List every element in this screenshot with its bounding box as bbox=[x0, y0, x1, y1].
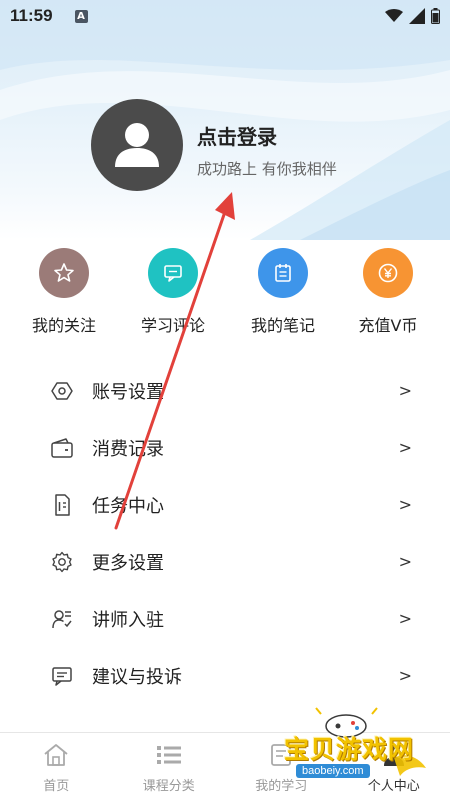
signal-icon bbox=[409, 8, 425, 24]
nav-label: 我的学习 bbox=[255, 779, 308, 794]
wifi-icon bbox=[385, 9, 403, 22]
quick-action-follow[interactable]: 我的关注 bbox=[14, 248, 114, 336]
battery-icon bbox=[431, 8, 440, 24]
study-icon bbox=[266, 741, 296, 769]
quick-action-notes[interactable]: 我的笔记 bbox=[233, 248, 333, 336]
login-subtitle: 成功路上 有你我相伴 bbox=[197, 160, 337, 178]
nav-label: 课程分类 bbox=[142, 779, 195, 794]
menu-item-feedback[interactable]: 建议与投诉 > bbox=[0, 647, 450, 704]
comment-icon bbox=[164, 265, 182, 282]
task-list-icon bbox=[50, 493, 74, 517]
menu-item-more-settings[interactable]: 更多设置 > bbox=[0, 533, 450, 590]
menu-item-task-center[interactable]: 任务中心 > bbox=[0, 476, 450, 533]
header-background bbox=[0, 0, 450, 240]
teacher-icon bbox=[50, 607, 74, 631]
feedback-icon bbox=[50, 664, 74, 688]
nav-tab-categories[interactable]: 课程分类 bbox=[113, 733, 226, 800]
star-icon bbox=[54, 263, 74, 282]
quick-action-circle bbox=[363, 248, 413, 298]
notebook-icon bbox=[275, 264, 291, 282]
menu-item-purchase-history[interactable]: 消费记录 > bbox=[0, 419, 450, 476]
nav-tab-my-study[interactable]: 我的学习 bbox=[225, 733, 338, 800]
header-wave-decoration bbox=[0, 0, 450, 240]
nav-label: 首页 bbox=[43, 779, 70, 794]
menu-item-label: 讲师入驻 bbox=[92, 609, 164, 631]
person-icon bbox=[379, 741, 409, 769]
chevron-right-icon: > bbox=[398, 495, 412, 514]
hexagon-settings-icon bbox=[50, 379, 74, 403]
quick-action-label: 学习评论 bbox=[140, 316, 205, 335]
quick-action-recharge[interactable]: 充值V币 bbox=[338, 248, 438, 336]
settings-menu: 账号设置 > 消费记录 > 任务中心 > 更多设置 > 讲师入驻 > 建议与投诉… bbox=[0, 362, 450, 704]
quick-action-comments[interactable]: 学习评论 bbox=[123, 248, 223, 336]
quick-action-circle bbox=[258, 248, 308, 298]
quick-action-circle bbox=[148, 248, 198, 298]
menu-item-account-settings[interactable]: 账号设置 > bbox=[0, 362, 450, 419]
menu-item-label: 账号设置 bbox=[92, 381, 164, 403]
chevron-right-icon: > bbox=[398, 438, 412, 457]
notification-badge-icon: A bbox=[74, 9, 88, 23]
login-title[interactable]: 点击登录 bbox=[197, 121, 277, 150]
status-bar: 11:59 A bbox=[0, 0, 450, 32]
avatar[interactable] bbox=[91, 99, 183, 191]
chevron-right-icon: > bbox=[398, 552, 412, 571]
chevron-right-icon: > bbox=[398, 609, 412, 628]
wallet-icon bbox=[50, 436, 74, 460]
nav-tab-profile[interactable]: 个人中心 bbox=[338, 733, 450, 800]
chevron-right-icon: > bbox=[398, 666, 412, 685]
gear-icon bbox=[50, 550, 74, 574]
user-avatar-icon bbox=[115, 123, 159, 167]
chevron-right-icon: > bbox=[398, 381, 412, 400]
nav-tab-home[interactable]: 首页 bbox=[0, 733, 113, 800]
nav-label: 个人中心 bbox=[367, 779, 420, 794]
category-icon bbox=[154, 741, 184, 769]
quick-action-label: 充值V币 bbox=[358, 316, 418, 335]
menu-item-label: 任务中心 bbox=[92, 495, 164, 517]
quick-action-label: 我的关注 bbox=[31, 316, 96, 335]
status-time: 11:59 bbox=[10, 6, 53, 25]
quick-action-circle bbox=[39, 248, 89, 298]
home-icon bbox=[41, 741, 71, 769]
yen-icon bbox=[378, 263, 398, 283]
quick-action-label: 我的笔记 bbox=[250, 316, 315, 335]
menu-item-become-instructor[interactable]: 讲师入驻 > bbox=[0, 590, 450, 647]
menu-item-label: 更多设置 bbox=[92, 552, 164, 574]
quick-actions: 我的关注 学习评论 我的笔记 充值V币 bbox=[0, 248, 450, 343]
bottom-nav: 首页 课程分类 我的学习 个人中心 bbox=[0, 732, 450, 800]
menu-item-label: 建议与投诉 bbox=[92, 666, 182, 688]
menu-item-label: 消费记录 bbox=[92, 438, 164, 460]
